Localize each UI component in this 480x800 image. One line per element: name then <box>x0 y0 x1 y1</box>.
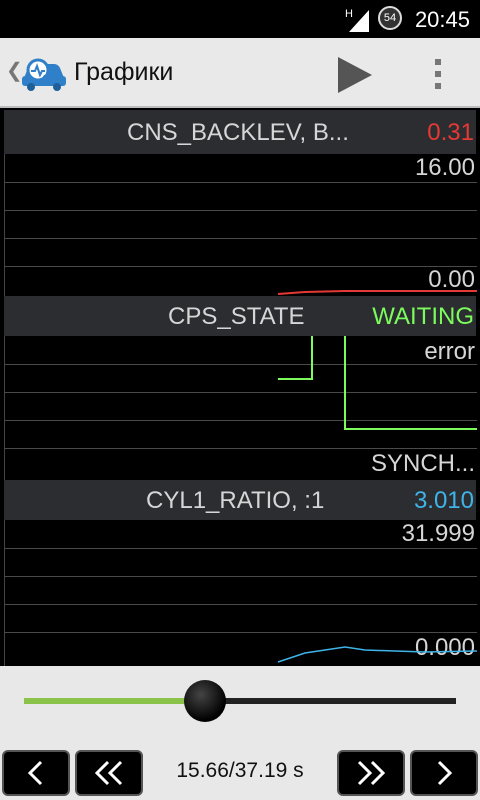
graph-plot[interactable]: error SYNCH... <box>4 336 477 480</box>
double-chevron-right-icon <box>357 760 386 786</box>
signal-icon: H <box>345 8 369 32</box>
page-title: Графики <box>74 58 174 86</box>
seekbar-progress[interactable] <box>24 698 206 704</box>
svg-text:H: H <box>345 8 353 20</box>
graph-panel-cyl1-ratio: CYL1_RATIO, :1 3.010 31.999 0.000 <box>4 480 477 666</box>
clock: 20:45 <box>414 7 470 32</box>
overflow-menu-icon[interactable] <box>428 56 448 92</box>
graph-plot[interactable]: 16.00 0.00 <box>4 154 477 296</box>
parameter-name: CNS_BACKLEV, B... <box>127 119 349 146</box>
parameter-name: CPS_STATE <box>168 303 305 330</box>
rewind-button[interactable] <box>75 750 143 796</box>
panel-header: CYL1_RATIO, :1 3.010 <box>4 480 476 520</box>
action-bar: ❮ Графики <box>0 38 480 108</box>
graph-plot[interactable]: 31.999 0.000 <box>4 520 477 666</box>
play-icon[interactable] <box>334 55 374 95</box>
playback-controls: 15.66/37.19 s <box>0 666 480 800</box>
graph-line <box>278 336 477 430</box>
parameter-name: CYL1_RATIO, :1 <box>146 487 325 514</box>
parameter-value: 0.31 <box>427 119 474 146</box>
step-forward-button[interactable] <box>410 750 478 796</box>
seekbar-thumb[interactable] <box>184 680 227 722</box>
chevron-left-icon <box>27 760 43 786</box>
time-position: 15.66/37.19 s <box>176 759 304 782</box>
panel-header: CPS_STATE WAITING <box>4 296 476 336</box>
parameter-value: 3.010 <box>413 487 474 514</box>
panel-header: CNS_BACKLEV, B... 0.31 <box>4 110 476 154</box>
graph-line <box>277 646 477 663</box>
step-back-button[interactable] <box>2 750 70 796</box>
graph-line <box>277 290 477 295</box>
graph-panel-cns-backlev: CNS_BACKLEV, B... 0.31 16.00 0.00 <box>4 110 477 296</box>
battery-icon: 54 <box>378 6 402 30</box>
fast-forward-button[interactable] <box>337 750 405 796</box>
graph-panel-cps-state: CPS_STATE WAITING error SYNCH... <box>4 296 477 480</box>
seekbar-track[interactable] <box>205 698 456 704</box>
chevron-right-icon <box>437 760 453 786</box>
car-diagnostics-icon[interactable] <box>18 52 70 92</box>
parameter-value: WAITING <box>372 303 474 330</box>
status-bar: H 54 20:45 <box>0 0 480 38</box>
double-chevron-left-icon <box>94 760 123 786</box>
